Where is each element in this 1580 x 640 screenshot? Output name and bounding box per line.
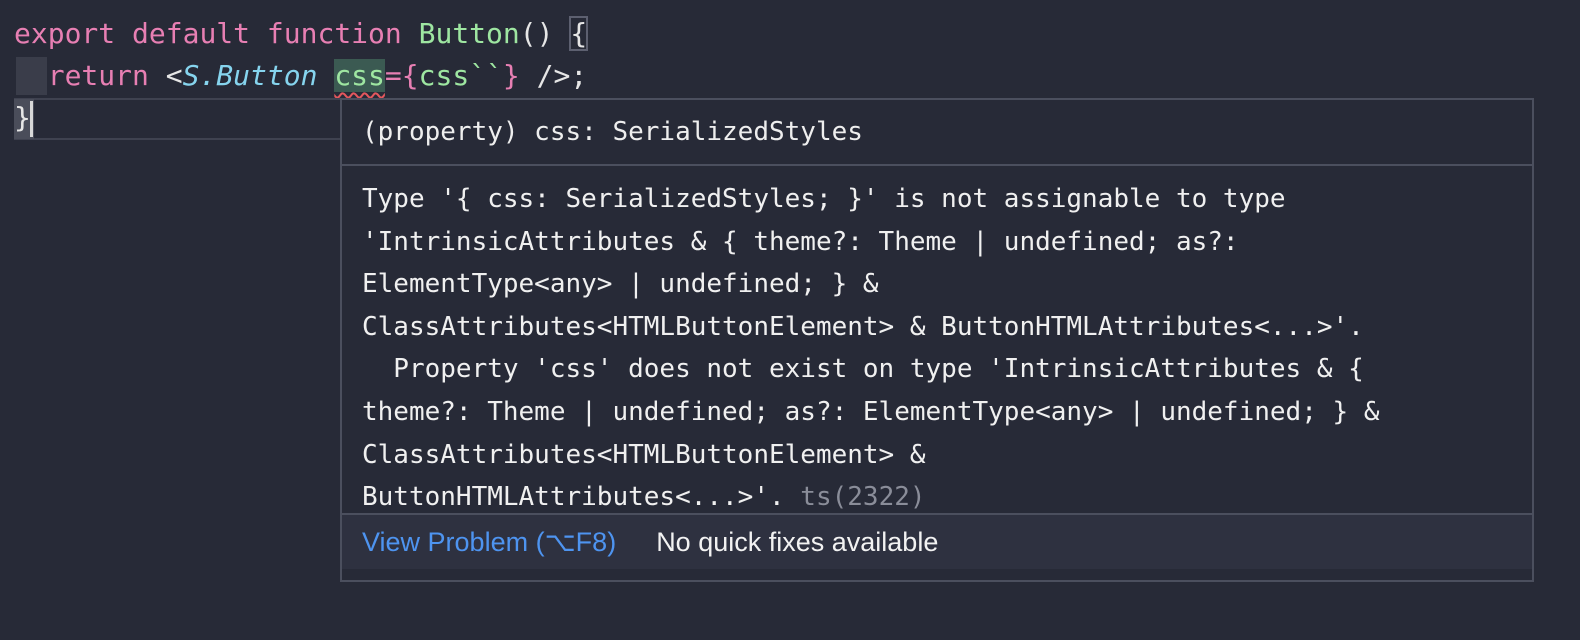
- error-message: Type '{ css: SerializedStyles; }' is not…: [342, 166, 1532, 515]
- hover-tooltip: (property) css: SerializedStyles Type '{…: [340, 98, 1534, 582]
- hover-signature: (property) css: SerializedStyles: [342, 100, 1532, 166]
- keyword-function: function: [266, 17, 402, 50]
- error-message-line: Type '{ css: SerializedStyles; }' is not…: [362, 184, 1286, 214]
- no-quick-fixes-label: No quick fixes available: [656, 527, 939, 557]
- code-line-3[interactable]: }: [14, 97, 31, 139]
- keyword-default: default: [132, 17, 251, 50]
- jsx-self-close: />;: [536, 59, 588, 92]
- view-problem-link[interactable]: View Problem (⌥F8): [362, 527, 616, 557]
- keyword-export: export: [14, 17, 116, 50]
- text-cursor: [30, 101, 33, 137]
- jsx-component-name: S.Button: [182, 59, 318, 92]
- error-code: ts(2322): [800, 482, 926, 513]
- open-brace-match: {: [569, 16, 589, 51]
- current-line-highlight: [14, 98, 344, 140]
- error-message-line: Property 'css' does not exist on type 'I…: [362, 354, 1364, 385]
- keyword-return: return: [47, 59, 149, 92]
- error-message-line: theme?: Theme | undefined; as?: ElementT…: [362, 396, 1380, 427]
- error-message-line: ElementType<any> | undefined; } &: [362, 269, 879, 300]
- error-message-line: ButtonHTMLAttributes<...>'.: [362, 482, 801, 513]
- error-message-line: ClassAttributes<HTMLButtonElement> &: [362, 439, 926, 470]
- jsx-expression-open: {: [401, 59, 419, 92]
- close-brace: }: [14, 101, 31, 134]
- css-attribute-error[interactable]: css: [334, 59, 385, 92]
- jsx-expression-close: }: [502, 59, 520, 92]
- error-message-last-line: ButtonHTMLAttributes<...>'. ts(2322): [362, 476, 1512, 519]
- function-name: Button: [418, 17, 520, 50]
- template-backticks: ``: [469, 59, 503, 92]
- css-tag-function: css: [418, 59, 470, 92]
- hover-status-bar: View Problem (⌥F8) No quick fixes availab…: [342, 515, 1532, 569]
- code-line-2[interactable]: return <S.Button css={css``} />;: [14, 55, 587, 97]
- jsx-equals: =: [384, 59, 402, 92]
- function-parens: (): [519, 17, 554, 50]
- error-message-line: 'IntrinsicAttributes & { theme?: Theme |…: [362, 226, 1239, 257]
- error-message-line: ClassAttributes<HTMLButtonElement> & But…: [362, 311, 1364, 342]
- code-line-1[interactable]: export default function Button() {: [14, 13, 589, 55]
- jsx-open-angle: <: [165, 59, 183, 92]
